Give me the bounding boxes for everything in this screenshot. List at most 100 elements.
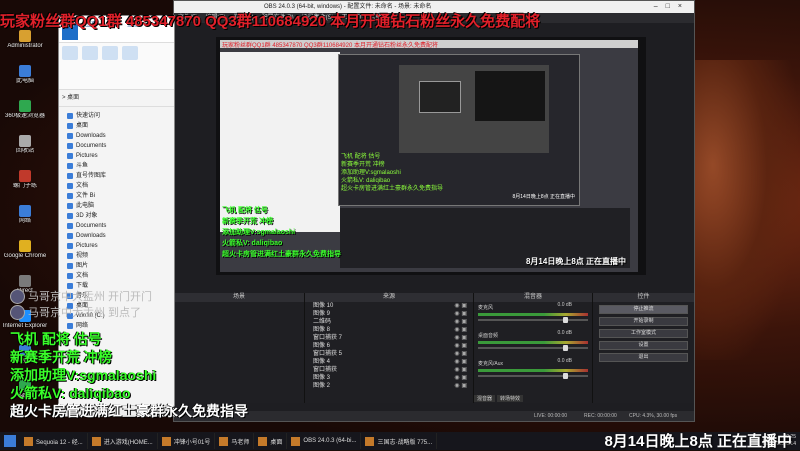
explorer-nav-item[interactable]: 快速访问 [59, 111, 174, 121]
eye-lock-icon[interactable]: ◉ ▣ [454, 382, 467, 390]
taskbar-item[interactable]: 三国志·战略版 775... [361, 433, 438, 449]
volume-slider[interactable] [478, 345, 588, 351]
folder-icon [67, 323, 73, 329]
eye-lock-icon[interactable]: ◉ ▣ [454, 318, 467, 326]
taskbar-item[interactable]: 桌面 [254, 433, 288, 449]
nested-live-text-small: 8月14日晚上8点 正在直播中 [512, 194, 575, 200]
obs-preview[interactable]: 玩家粉丝群QQ1群 485347870 QQ3群110684920 本月开通钻石… [216, 37, 646, 275]
eye-lock-icon[interactable]: ◉ ▣ [454, 358, 467, 366]
control-button[interactable]: 开始录制 [599, 317, 688, 326]
windows-start-icon[interactable] [4, 435, 16, 447]
explorer-address-bar[interactable]: > 桌面 [59, 90, 174, 107]
desktop-icon[interactable]: Google Chrome [0, 240, 50, 273]
source-item[interactable]: 图像 4 ◉ ▣ [305, 358, 473, 366]
explorer-nav-item[interactable]: Documents [59, 141, 174, 151]
chat-user: 马哥京中大盂州 [28, 291, 105, 303]
folder-icon [67, 143, 73, 149]
desktop-icon[interactable]: 螺门子练 [0, 170, 50, 203]
desktop-icon-image [19, 205, 31, 217]
taskbar-item[interactable]: OBS 24.0.3 (64-bi... [287, 433, 362, 449]
eye-lock-icon[interactable]: ◉ ▣ [454, 310, 467, 318]
explorer-nav-label: 斗鱼 [76, 163, 89, 169]
source-label: 图像 9 [313, 311, 331, 317]
control-button[interactable]: 停止推流 [599, 305, 688, 314]
explorer-nav-label: 3D 对象 [76, 213, 98, 219]
explorer-nav-item[interactable]: 斗鱼 [59, 161, 174, 171]
nested-green-line-small: 超火卡房管进满红土豪群永久免费指导 [341, 186, 444, 192]
eye-lock-icon[interactable]: ◉ ▣ [454, 302, 467, 310]
source-item[interactable]: 窗口捕获 7 ◉ ▣ [305, 334, 473, 342]
source-item[interactable]: 图像 10 ◉ ▣ [305, 302, 473, 310]
explorer-nav-item[interactable]: Documents [59, 221, 174, 231]
explorer-nav-item[interactable]: 文档 [59, 181, 174, 191]
explorer-nav-item[interactable]: Pictures [59, 151, 174, 161]
desktop-icon[interactable]: 回收站 [0, 135, 50, 168]
nested-preview-2: 飞机 配将 估号 新赛季开荒 冲榜 添加助理V:sgmalaoshi 火箭私V: da… [338, 54, 580, 206]
explorer-nav-item[interactable]: Pictures [59, 241, 174, 251]
obs-window[interactable]: OBS 24.0.3 (64-bit, windows) - 配置文件: 未命名… [173, 0, 695, 422]
taskbar-item[interactable]: Sequoia 12 - 经... [20, 433, 88, 449]
source-item[interactable]: 窗口捕获 ◉ ▣ [305, 366, 473, 374]
folder-icon [67, 253, 73, 259]
folder-icon [67, 113, 73, 119]
taskbar-item-label: Sequoia 12 - 经... [36, 439, 83, 446]
source-item[interactable]: 二维码 ◉ ▣ [305, 318, 473, 326]
paste-icon[interactable] [102, 46, 118, 60]
controls-dock[interactable]: 控件 停止推流 开始录制 工作室模式 设置 退出 [593, 293, 694, 403]
sources-dock[interactable]: 来源 图像 10 ◉ ▣ 图像 9 ◉ ▣ 二维码 ◉ ▣ 图像 8 ◉ ▣ 窗口捕获 7 ◉ ▣… [305, 293, 474, 403]
nested-red-banner: 玩家粉丝群QQ1群 485347870 QQ3群110684920 本月开通钻石… [222, 43, 438, 49]
desktop-icon[interactable]: Administrator [0, 30, 50, 63]
control-button[interactable]: 退出 [599, 353, 688, 362]
explorer-nav-item[interactable]: 桌面 [59, 121, 174, 131]
eye-lock-icon[interactable]: ◉ ▣ [454, 366, 467, 374]
source-item[interactable]: 图像 3 ◉ ▣ [305, 374, 473, 382]
eye-lock-icon[interactable]: ◉ ▣ [454, 350, 467, 358]
app-icon [24, 436, 33, 446]
control-button[interactable]: 设置 [599, 341, 688, 350]
explorer-nav-item[interactable]: 直号传图库 [59, 171, 174, 181]
explorer-nav-item[interactable]: Downloads [59, 131, 174, 141]
chat-text: 到点了 [108, 307, 141, 319]
mixer-dock[interactable]: 混音器 麦克风 0.0 dB 桌面音频 0.0 dB 麦克风/Aux 0.0 dB [474, 293, 593, 403]
volume-slider[interactable] [478, 373, 588, 379]
taskbar-item[interactable]: 冲锋小号01号 [158, 433, 216, 449]
volume-meter [478, 341, 588, 344]
eye-lock-icon[interactable]: ◉ ▣ [454, 326, 467, 334]
desktop-icon-image [19, 170, 31, 182]
mixer-tab[interactable]: 转场特效 [497, 395, 524, 402]
taskbar-item[interactable]: 进入游戏(HOME... [88, 433, 158, 449]
control-button[interactable]: 工作室模式 [599, 329, 688, 338]
source-item[interactable]: 窗口捕获 5 ◉ ▣ [305, 350, 473, 358]
nested-green-line: 飞机 配将 估号 [222, 207, 268, 214]
desktop-icon[interactable]: 此电脑 [0, 65, 50, 98]
nested-preview-3 [399, 65, 549, 153]
explorer-nav-label: 直号传图库 [76, 173, 107, 179]
taskbar-item[interactable]: 马老师 [215, 433, 255, 449]
eye-lock-icon[interactable]: ◉ ▣ [454, 334, 467, 342]
explorer-nav-item[interactable]: 3D 对象 [59, 211, 174, 221]
explorer-nav-item[interactable]: 此电脑 [59, 201, 174, 211]
eye-lock-icon[interactable]: ◉ ▣ [454, 374, 467, 382]
explorer-nav-item[interactable]: 文档 [59, 271, 174, 281]
volume-slider[interactable] [478, 317, 588, 323]
source-item[interactable]: 图像 9 ◉ ▣ [305, 310, 473, 318]
source-item[interactable]: 图像 6 ◉ ▣ [305, 342, 473, 350]
chat-comment: 马哥京中大盂州 开门开门 [10, 288, 152, 304]
sources-dock-title: 来源 [305, 293, 473, 302]
source-item[interactable]: 图像 8 ◉ ▣ [305, 326, 473, 334]
explorer-nav-label: Documents [76, 143, 107, 149]
desktop-icon[interactable]: 网络 [0, 205, 50, 238]
explorer-nav-item[interactable]: 文件 Bi [59, 191, 174, 201]
source-label: 图像 10 [313, 303, 334, 309]
copy-icon[interactable] [82, 46, 98, 60]
move-icon[interactable] [122, 46, 138, 60]
pin-icon[interactable] [62, 46, 78, 60]
desktop-icon[interactable]: 360极速浏览器 [0, 100, 50, 133]
nested-green-line-small: 添加助理V:sgmalaoshi [341, 170, 401, 176]
eye-lock-icon[interactable]: ◉ ▣ [454, 342, 467, 350]
explorer-nav-item[interactable]: 视频 [59, 251, 174, 261]
source-item[interactable]: 图像 2 ◉ ▣ [305, 382, 473, 390]
explorer-nav-item[interactable]: 图片 [59, 261, 174, 271]
mixer-tab[interactable]: 混音器 [474, 395, 496, 402]
explorer-nav-item[interactable]: Downloads [59, 231, 174, 241]
